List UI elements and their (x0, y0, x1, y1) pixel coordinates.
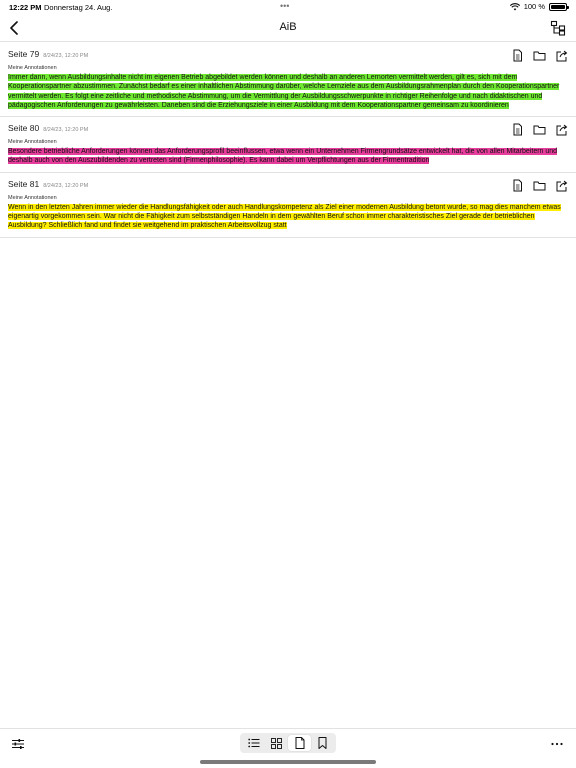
bookmark-icon (318, 737, 327, 749)
battery-icon (549, 2, 569, 11)
annotation-actions (511, 49, 568, 62)
segment-page[interactable] (288, 735, 311, 751)
folder-icon[interactable] (533, 123, 546, 136)
hierarchy-icon (550, 20, 566, 36)
home-indicator (200, 760, 376, 764)
annotation-date: 8/24/23, 12:20 PM (43, 182, 89, 189)
share-icon[interactable] (555, 179, 568, 192)
battery-percent: 100 % (523, 2, 545, 11)
annotation-actions (511, 179, 568, 192)
status-date: Donnerstag 24. Aug. (44, 3, 113, 12)
segment-list[interactable] (242, 735, 265, 751)
segment-bookmark[interactable] (311, 735, 334, 751)
navigation-bar: AiB (0, 16, 576, 42)
annotation-page: Seite 79 (8, 49, 40, 59)
share-icon[interactable] (555, 49, 568, 62)
annotation-text[interactable]: Wenn in den letzten Jahren immer wieder … (8, 203, 568, 231)
folder-icon[interactable] (533, 49, 546, 62)
highlight: Wenn in den letzten Jahren immer wieder … (8, 203, 561, 230)
annotation-label: Meine Annotationen (8, 194, 57, 201)
grid-icon (271, 737, 282, 749)
status-bar: 12:22 PM Donnerstag 24. Aug. ••• 100 % (0, 0, 576, 16)
multitasking-dots-icon[interactable]: ••• (280, 1, 289, 11)
list-icon (247, 738, 259, 748)
annotation-label: Meine Annotationen (8, 139, 57, 146)
annotation-item[interactable]: Seite 79 8/24/23, 12:20 PM Meine Annotat… (0, 43, 576, 118)
status-time: 12:22 PM (9, 3, 42, 12)
highlight: Besondere betriebliche Anforderungen kön… (8, 148, 558, 165)
page-title: AiB (279, 21, 297, 33)
segment-grid[interactable] (265, 735, 288, 751)
annotation-text[interactable]: Besondere betriebliche Anforderungen kön… (8, 147, 568, 166)
document-icon[interactable] (511, 49, 524, 62)
filter-button[interactable] (11, 737, 25, 751)
bottom-toolbar (0, 728, 576, 768)
folder-icon[interactable] (533, 179, 546, 192)
ellipsis-icon (551, 742, 563, 746)
hierarchy-button[interactable] (550, 20, 566, 36)
annotation-label: Meine Annotationen (8, 65, 57, 71)
document-icon[interactable] (511, 179, 524, 192)
annotation-page: Seite 81 (8, 178, 40, 189)
document-icon[interactable] (511, 123, 524, 136)
page-icon (295, 737, 304, 749)
wifi-icon (509, 2, 520, 10)
annotation-date: 8/24/23, 12:20 PM (43, 53, 89, 59)
annotation-text[interactable]: Immer dann, wenn Ausbildungsinhalte nich… (8, 73, 568, 110)
share-icon[interactable] (555, 123, 568, 136)
annotation-list: Seite 79 8/24/23, 12:20 PM Meine Annotat… (0, 43, 576, 238)
annotation-item[interactable]: Seite 80 8/24/23, 12:20 PM Meine Annotat… (0, 117, 576, 173)
annotation-item[interactable]: Seite 81 8/24/23, 12:20 PM Meine Annotat… (0, 173, 576, 238)
highlight: Immer dann, wenn Ausbildungsinhalte nich… (8, 74, 560, 109)
view-segmented-control (240, 733, 336, 753)
status-indicators: 100 % (509, 2, 569, 11)
annotation-date: 8/24/23, 12:20 PM (43, 127, 89, 134)
annotation-actions (511, 123, 568, 136)
sliders-icon (12, 739, 24, 749)
annotation-page: Seite 80 (8, 123, 40, 134)
more-button[interactable] (550, 737, 564, 751)
